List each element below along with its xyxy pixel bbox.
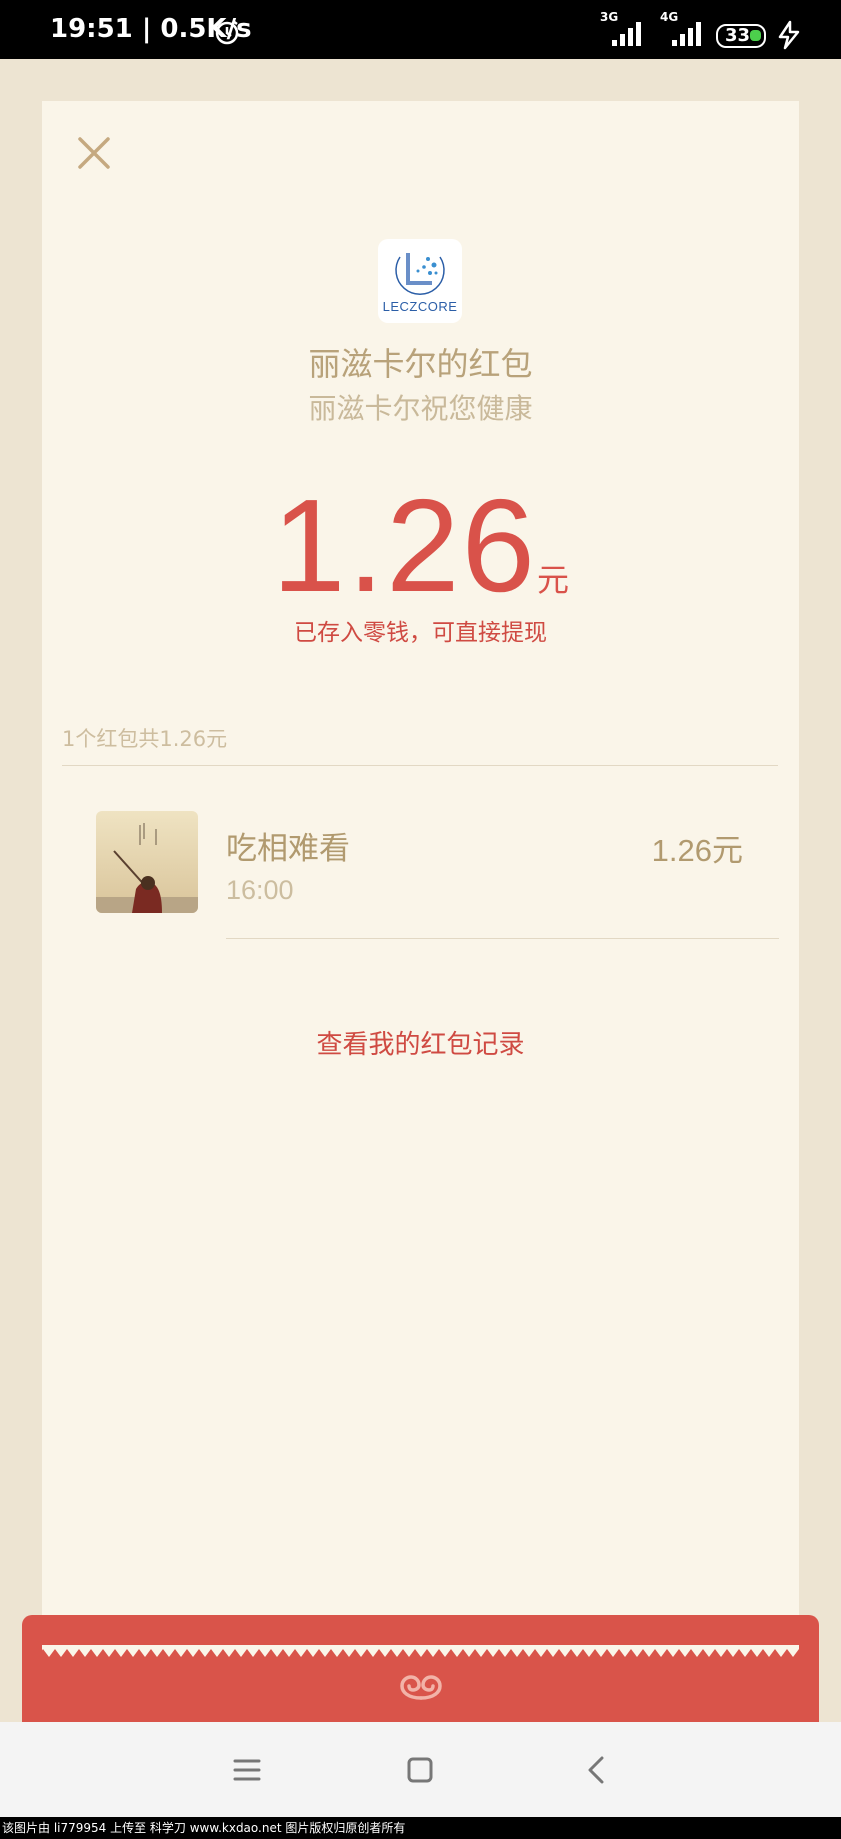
amount-value: 1.26 — [272, 472, 537, 619]
alarm-icon — [215, 20, 239, 45]
receiver-amount: 1.26元 — [651, 833, 743, 868]
divider — [62, 765, 778, 766]
amount-unit: 元 — [536, 562, 569, 598]
watermark-footer: 该图片由 li779954 上传至 科学刀 www.kxdao.net 图片版权… — [0, 1817, 841, 1839]
battery-icon: 33 — [716, 24, 766, 48]
envelope-summary: 1个红包共1.26元 — [62, 727, 228, 751]
envelope-amount: 1.26元 — [42, 471, 799, 621]
system-nav-bar — [0, 1722, 841, 1817]
receiver-time: 16:00 — [226, 875, 294, 905]
home-icon[interactable] — [400, 1750, 440, 1790]
envelope-bottom — [22, 1615, 819, 1723]
zigzag-edge — [42, 1645, 799, 1657]
signal-4g: 4G — [660, 10, 710, 50]
back-icon[interactable] — [578, 1750, 618, 1790]
signal-3g: 3G — [600, 10, 650, 50]
signal-icon — [672, 22, 701, 46]
red-envelope-card: LECZCORE 丽滋卡尔的红包 丽滋卡尔祝您健康 1.26元 已存入零钱，可直… — [42, 101, 799, 1651]
charging-icon — [778, 20, 800, 50]
sender-logo: LECZCORE — [378, 239, 462, 323]
close-icon[interactable] — [72, 131, 116, 175]
divider — [226, 938, 779, 939]
view-records-link[interactable]: 查看我的红包记录 — [42, 1024, 799, 1061]
envelope-subtitle: 丽滋卡尔祝您健康 — [308, 392, 533, 425]
avatar — [96, 811, 198, 913]
swirl-icon — [400, 1675, 442, 1700]
logo-text: LECZCORE — [382, 299, 458, 314]
status-bar: 19:51 | 0.5K/s 3G 4G 33 — [0, 0, 841, 59]
signal-icon — [612, 22, 641, 46]
envelope-title: 丽滋卡尔的红包 — [308, 345, 533, 383]
logo-icon — [395, 253, 445, 296]
receiver-name: 吃相难看 — [226, 831, 350, 867]
menu-icon[interactable] — [227, 1750, 267, 1790]
list-item: 吃相难看 16:00 1.26元 — [96, 811, 779, 951]
deposit-note[interactable]: 已存入零钱，可直接提现 — [42, 613, 799, 647]
